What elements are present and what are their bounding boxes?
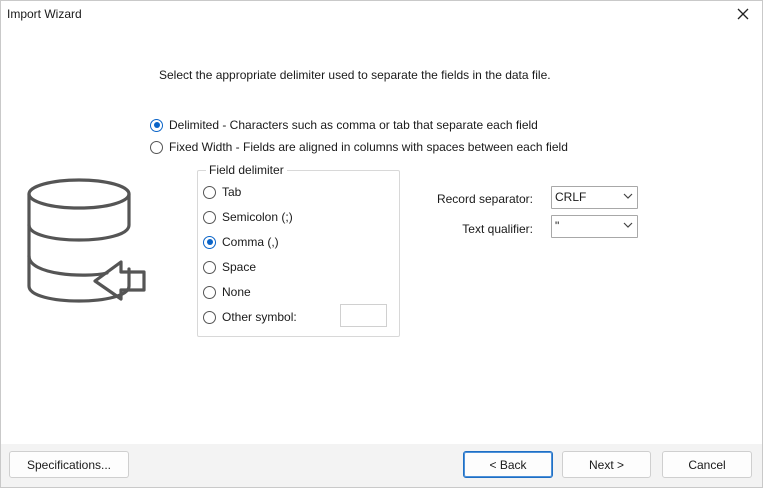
radio-semicolon-indicator[interactable] [203, 210, 216, 224]
record-separator-label: Record separator: [436, 192, 533, 206]
next-button[interactable]: Next > [562, 451, 651, 478]
window-title: Import Wizard [7, 7, 82, 21]
record-separator-value: CRLF [555, 190, 587, 204]
radio-comma-indicator[interactable] [203, 235, 216, 249]
radio-none-indicator[interactable] [203, 285, 216, 299]
radio-delimited-indicator[interactable] [150, 118, 163, 132]
radio-tab-label: Tab [222, 185, 242, 199]
text-qualifier-select[interactable]: " [551, 215, 638, 238]
radio-delimited-label: Delimited - Characters such as comma or … [169, 118, 538, 132]
record-separator-select[interactable]: CRLF [551, 186, 638, 209]
text-qualifier-value: " [555, 219, 560, 233]
radio-none[interactable]: None [203, 283, 251, 301]
cancel-button[interactable]: Cancel [662, 451, 752, 478]
radio-space[interactable]: Space [203, 258, 256, 276]
radio-tab-indicator[interactable] [203, 185, 216, 199]
instruction-text: Select the appropriate delimiter used to… [159, 68, 551, 82]
text-qualifier-label: Text qualifier: [462, 222, 533, 236]
radio-fixed-width-label: Fixed Width - Fields are aligned in colu… [169, 140, 568, 154]
radio-comma-label: Comma (,) [222, 235, 279, 249]
radio-semicolon-label: Semicolon (;) [222, 210, 293, 224]
radio-delimited[interactable]: Delimited - Characters such as comma or … [150, 116, 538, 134]
button-bar: Specifications... < Back Next > Cancel [1, 444, 762, 487]
radio-other-symbol-label: Other symbol: [222, 310, 297, 324]
radio-tab[interactable]: Tab [203, 183, 241, 201]
field-delimiter-legend: Field delimiter [206, 163, 287, 177]
chevron-down-icon [623, 193, 633, 199]
radio-semicolon[interactable]: Semicolon (;) [203, 208, 293, 226]
specifications-button[interactable]: Specifications... [9, 451, 129, 478]
title-bar: Import Wizard [1, 1, 762, 29]
close-button[interactable] [730, 3, 756, 25]
chevron-down-icon [623, 222, 633, 228]
radio-comma[interactable]: Comma (,) [203, 233, 279, 251]
radio-space-indicator[interactable] [203, 260, 216, 274]
radio-other-symbol[interactable]: Other symbol: [203, 308, 297, 326]
import-wizard-window: Import Wizard Select the appropriate del… [0, 0, 763, 488]
back-button[interactable]: < Back [463, 451, 553, 478]
radio-none-label: None [222, 285, 251, 299]
database-import-icon [27, 178, 146, 303]
other-symbol-input[interactable] [340, 304, 387, 327]
close-icon [737, 8, 749, 20]
radio-space-label: Space [222, 260, 257, 274]
radio-other-symbol-indicator[interactable] [203, 310, 216, 324]
radio-fixed-width[interactable]: Fixed Width - Fields are aligned in colu… [150, 138, 568, 156]
radio-fixed-width-indicator[interactable] [150, 140, 163, 154]
